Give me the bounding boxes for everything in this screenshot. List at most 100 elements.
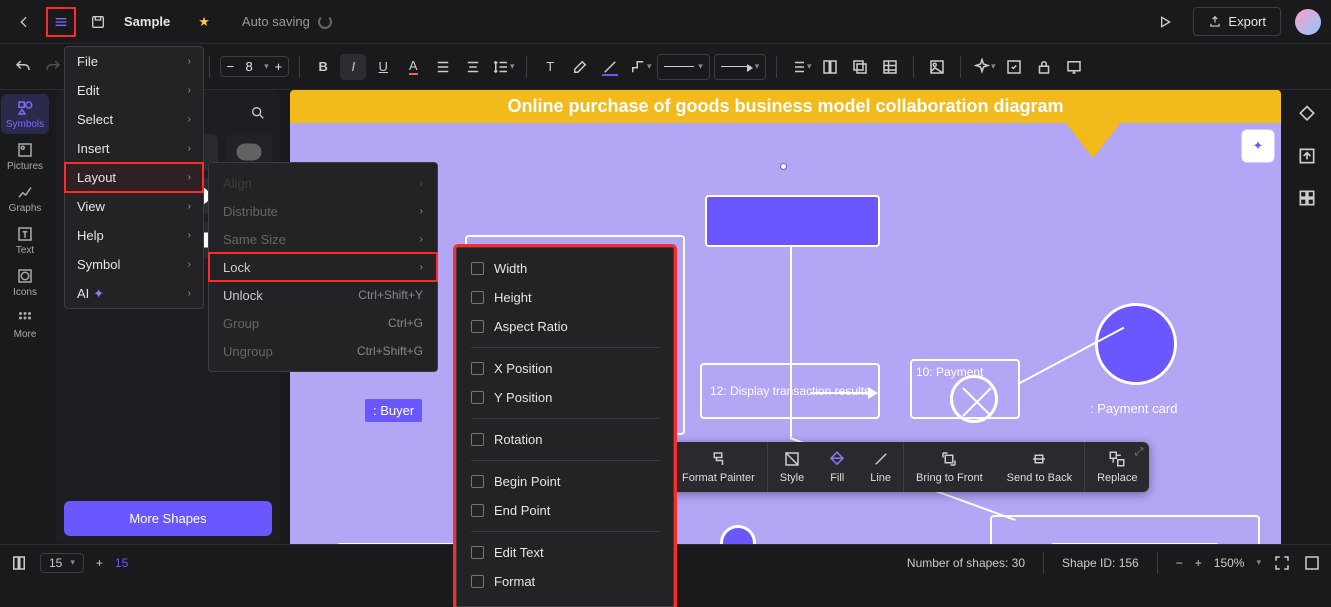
redo-button[interactable] (40, 54, 66, 80)
user-avatar[interactable] (1295, 9, 1321, 35)
menu-insert[interactable]: Insert› (65, 134, 203, 163)
align-h-button[interactable] (460, 54, 486, 80)
connector-button[interactable]: ▾ (627, 54, 653, 80)
lock-icon[interactable] (1031, 54, 1057, 80)
shape-small-circle[interactable] (720, 525, 756, 544)
line-color-button[interactable] (597, 54, 623, 80)
layout-button[interactable] (817, 54, 843, 80)
send-back-button[interactable]: Send to Back (995, 442, 1084, 492)
line-spacing-button[interactable]: ▾ (490, 54, 516, 80)
align-button[interactable] (430, 54, 456, 80)
pages-icon[interactable] (10, 554, 28, 572)
shape-id: Shape ID: 156 (1062, 556, 1139, 570)
arrow-style-picker[interactable]: ▾ (714, 54, 767, 80)
fill-button[interactable]: Fill (816, 442, 858, 492)
connector-1[interactable] (790, 247, 792, 437)
menu-file[interactable]: File› (65, 47, 203, 76)
shape-selected[interactable] (705, 195, 880, 247)
page-selector[interactable]: 15▾ (40, 553, 84, 573)
zoom-out-button[interactable]: − (1176, 556, 1183, 570)
fit-screen-icon[interactable] (1273, 554, 1291, 572)
menu-layout[interactable]: Layout› (65, 163, 203, 192)
play-button[interactable] (1151, 8, 1179, 36)
export-button[interactable]: Export (1193, 7, 1281, 36)
main-menu-button[interactable] (46, 7, 76, 37)
more-shapes-button[interactable]: More Shapes (64, 501, 272, 536)
font-color-button[interactable]: A (400, 54, 426, 80)
lock-end[interactable]: End Point (457, 496, 673, 525)
effects-button[interactable]: ▾ (971, 54, 997, 80)
image-button[interactable] (924, 54, 950, 80)
selection-handle[interactable] (780, 163, 787, 170)
lock-height[interactable]: Height (457, 283, 673, 312)
fullscreen-icon[interactable] (1303, 554, 1321, 572)
line-button[interactable]: Line (858, 442, 903, 492)
label-buyer[interactable]: : Buyer (365, 399, 422, 422)
rail-text[interactable]: Text (1, 220, 49, 260)
close-icon[interactable]: ⤢ (1135, 446, 1144, 459)
export-side-icon[interactable] (1293, 142, 1321, 170)
lock-width[interactable]: Width (457, 254, 673, 283)
label-paymentcard: : Payment card (1090, 401, 1177, 416)
canvas-area[interactable]: Online purchase of goods business model … (290, 90, 1281, 544)
menu-ai[interactable]: AI✦› (65, 279, 203, 308)
menu-edit[interactable]: Edit› (65, 76, 203, 105)
menu-view[interactable]: View› (65, 192, 203, 221)
save-icon[interactable] (84, 8, 112, 36)
zoom-in-button[interactable]: + (1195, 556, 1202, 570)
lock-begin[interactable]: Begin Point (457, 467, 673, 496)
fill-tool-icon[interactable] (1293, 100, 1321, 128)
back-button[interactable] (10, 8, 38, 36)
line-style-picker[interactable]: ▾ (657, 54, 710, 80)
menu-help[interactable]: Help› (65, 221, 203, 250)
italic-button[interactable]: I (340, 54, 366, 80)
submenu-align[interactable]: Align› (209, 169, 437, 197)
rail-graphs[interactable]: Graphs (1, 178, 49, 218)
lock-edittext[interactable]: Edit Text (457, 538, 673, 567)
submenu-distribute[interactable]: Distribute› (209, 197, 437, 225)
add-page-button[interactable]: + (96, 556, 103, 570)
minus-icon[interactable]: − (227, 59, 235, 74)
ai-sparkle-button[interactable]: ✦ (1241, 129, 1275, 163)
rail-icons[interactable]: Icons (1, 262, 49, 302)
bold-button[interactable]: B (310, 54, 336, 80)
text-tool-button[interactable]: T (537, 54, 563, 80)
submenu-samesize[interactable]: Same Size› (209, 225, 437, 253)
underline-button[interactable]: U (370, 54, 396, 80)
right-rail (1287, 100, 1327, 212)
rail-pictures[interactable]: Pictures (1, 136, 49, 176)
list-button[interactable]: ▾ (787, 54, 813, 80)
submenu-ungroup[interactable]: UngroupCtrl+Shift+G (209, 337, 437, 365)
bring-front-button[interactable]: Bring to Front (904, 442, 995, 492)
lock-y[interactable]: Y Position (457, 383, 673, 412)
document-title[interactable]: Sample (124, 14, 170, 29)
edit-button[interactable] (1001, 54, 1027, 80)
shape-collab2-outer[interactable] (990, 515, 1260, 544)
shape-circle-cross[interactable] (950, 375, 998, 423)
rail-symbols[interactable]: Symbols (1, 94, 49, 134)
undo-button[interactable] (10, 54, 36, 80)
menu-select[interactable]: Select› (65, 105, 203, 134)
search-icon[interactable] (250, 105, 266, 121)
submenu-group[interactable]: GroupCtrl+G (209, 309, 437, 337)
presentation-button[interactable] (1061, 54, 1087, 80)
style-button[interactable]: Style (768, 442, 816, 492)
copy-button[interactable] (847, 54, 873, 80)
shape-circle-paymentcard[interactable] (1095, 303, 1177, 385)
submenu-lock[interactable]: Lock› (209, 253, 437, 281)
lock-rotation[interactable]: Rotation (457, 425, 673, 454)
grid-icon[interactable] (1293, 184, 1321, 212)
table-button[interactable] (877, 54, 903, 80)
font-size-stepper[interactable]: −8▾+ (220, 56, 290, 77)
diagram-title-banner: Online purchase of goods business model … (290, 90, 1281, 123)
plus-icon[interactable]: + (275, 59, 283, 74)
menu-symbol[interactable]: Symbol› (65, 250, 203, 279)
highlight-button[interactable] (567, 54, 593, 80)
format-painter-button[interactable]: Format Painter (670, 442, 767, 492)
lock-format[interactable]: Format (457, 567, 673, 596)
rail-more[interactable]: More (1, 304, 49, 344)
submenu-unlock[interactable]: UnlockCtrl+Shift+Y (209, 281, 437, 309)
lock-x[interactable]: X Position (457, 354, 673, 383)
favorite-star-icon[interactable]: ★ (198, 14, 210, 30)
lock-aspect[interactable]: Aspect Ratio (457, 312, 673, 341)
